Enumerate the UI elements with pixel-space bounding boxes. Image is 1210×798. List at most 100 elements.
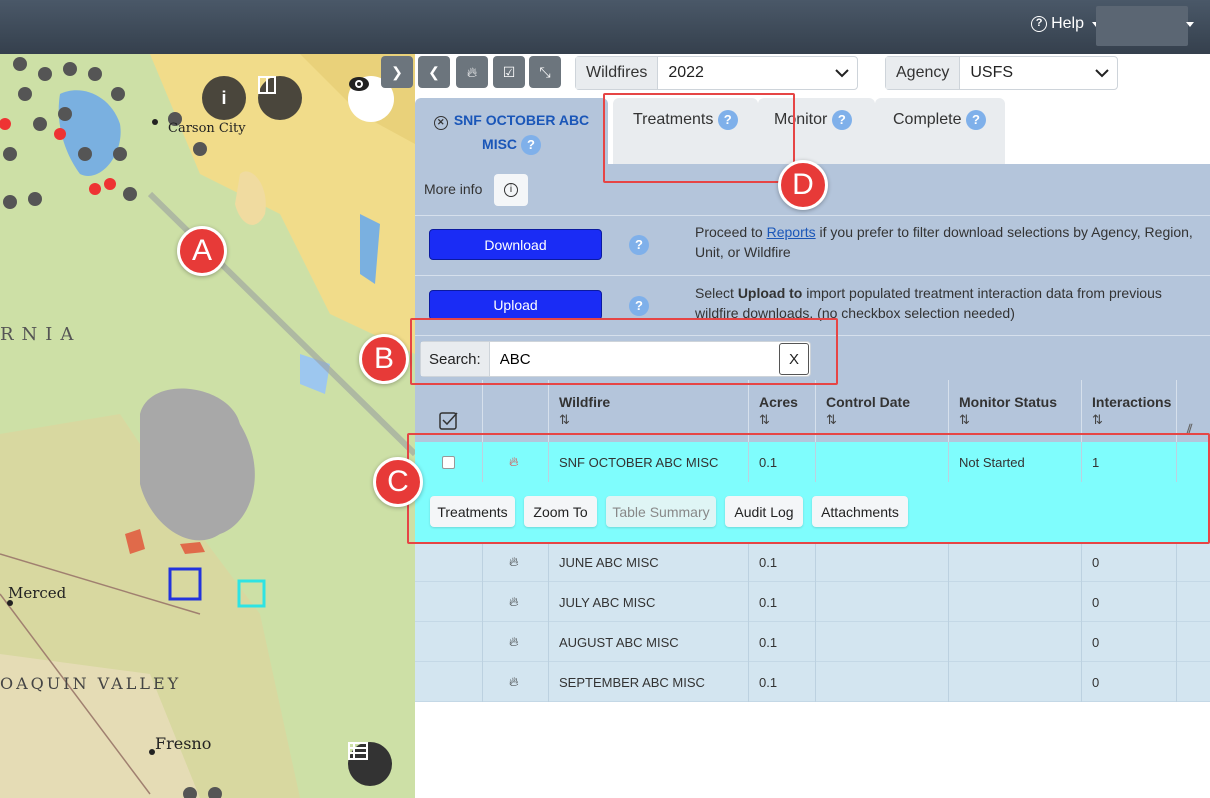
user-menu-blurred[interactable]	[1096, 6, 1188, 46]
row-checkbox-cell	[415, 662, 482, 702]
cell-monitor-status	[948, 622, 1081, 662]
callout-marker-b: B	[359, 334, 409, 384]
cell-attachments	[1176, 542, 1210, 582]
collapse-button[interactable]: ⤡	[529, 56, 561, 88]
upload-help-icon[interactable]: ?	[629, 296, 649, 316]
agency-label: Agency	[886, 57, 961, 89]
tab-complete-label: Complete	[893, 111, 962, 129]
info-map-button[interactable]: i	[202, 76, 246, 120]
cell-interactions: 0	[1081, 662, 1176, 702]
chevron-right-icon: ❯	[391, 63, 403, 80]
table-row[interactable]: 🔥︎ AUGUST ABC MISC 0.1 0	[415, 622, 1210, 662]
cell-acres: 0.1	[748, 662, 815, 702]
divider	[415, 275, 1210, 276]
table-row[interactable]: 🔥︎ SEPTEMBER ABC MISC 0.1 0	[415, 662, 1210, 702]
table-row[interactable]: 🔥︎ JULY ABC MISC 0.1 0	[415, 582, 1210, 622]
callout-marker-d: D	[778, 160, 828, 210]
cell-wildfire: AUGUST ABC MISC	[548, 622, 748, 662]
wildfire-view-button[interactable]: 🔥︎	[456, 56, 488, 88]
download-description: Proceed to Reports if you prefer to filt…	[695, 224, 1193, 260]
callout-box-c	[407, 433, 1210, 544]
wildfires-label: Wildfires	[576, 57, 659, 89]
map-place-carson-city: Carson City	[168, 121, 246, 136]
download-help-icon[interactable]: ?	[629, 235, 649, 255]
top-navbar: ? Help	[0, 0, 1210, 54]
cell-monitor-status	[948, 542, 1081, 582]
fire-icon: 🔥︎	[466, 63, 478, 80]
sort-icon[interactable]: ⇅	[959, 412, 1081, 428]
table-icon	[348, 742, 368, 760]
agency-select[interactable]: Agency USFS	[885, 56, 1118, 90]
tab-bar: ✕ SNF OCTOBER ABC MISC ? Treatments ? Mon…	[415, 98, 1210, 164]
row-checkbox-cell	[415, 582, 482, 622]
chevron-down-icon	[827, 57, 857, 89]
map-place-san-joaquin-valley: OAQUIN VALLEY	[0, 674, 182, 693]
divider	[415, 215, 1210, 216]
table-row[interactable]: 🔥︎ JUNE ABC MISC 0.1 0	[415, 542, 1210, 582]
help-icon[interactable]: ?	[520, 135, 541, 156]
eye-icon	[349, 77, 369, 91]
select-all-button[interactable]: ☑	[493, 56, 525, 88]
info-icon: i	[221, 87, 227, 108]
table-toggle-button[interactable]	[348, 742, 392, 786]
expand-right-button[interactable]: ❯	[381, 56, 413, 88]
sort-icon[interactable]: ⇅	[826, 412, 948, 428]
cell-acres: 0.1	[748, 542, 815, 582]
map-panel[interactable]: Carson City Merced Fresno RNIA OAQUIN VA…	[0, 54, 415, 798]
row-checkbox-cell	[415, 622, 482, 662]
check-square-icon: ☑	[502, 63, 516, 80]
cell-wildfire: JUNE ABC MISC	[548, 542, 748, 582]
fire-icon: 🔥︎	[482, 542, 548, 582]
wildfires-value: 2022	[668, 64, 704, 81]
map-place-merced: Merced	[8, 584, 67, 602]
help-icon[interactable]: ?	[965, 110, 986, 130]
check-square-icon	[439, 412, 458, 430]
download-button[interactable]: Download	[429, 229, 602, 260]
more-info-label: More info	[424, 181, 483, 197]
help-icon[interactable]: ?	[831, 110, 852, 130]
map-place-fresno: Fresno	[155, 734, 212, 753]
cell-attachments	[1176, 662, 1210, 702]
more-info-button[interactable]: i	[494, 174, 528, 206]
question-circle-icon: ?	[1031, 16, 1048, 32]
cell-wildfire: JULY ABC MISC	[548, 582, 748, 622]
cell-acres: 0.1	[748, 622, 815, 662]
tab-complete[interactable]: Complete ?	[875, 98, 1005, 164]
tab-title: SNF OCTOBER ABC	[453, 112, 590, 128]
sort-icon[interactable]: ⇅	[559, 412, 748, 428]
user-caret-icon	[1186, 22, 1194, 27]
fire-icon: 🔥︎	[482, 582, 548, 622]
agency-value: USFS	[970, 64, 1014, 81]
cell-interactions: 0	[1081, 582, 1176, 622]
collapse-left-button[interactable]: ❮	[418, 56, 450, 88]
chevron-left-icon: ❮	[428, 63, 440, 80]
cell-control-date	[815, 582, 948, 622]
fire-icon: 🔥︎	[482, 662, 548, 702]
wildfires-select[interactable]: Wildfires 2022	[575, 56, 858, 90]
help-menu[interactable]: ? Help	[1031, 15, 1100, 33]
sort-icon[interactable]: ⇅	[759, 412, 815, 428]
close-tab-icon[interactable]: ✕	[433, 116, 448, 130]
callout-marker-a: A	[177, 226, 227, 276]
cell-attachments	[1176, 582, 1210, 622]
upload-description: Select Upload to import populated treatm…	[695, 285, 1162, 321]
map-place-california: RNIA	[0, 324, 82, 345]
split-view-button[interactable]	[258, 76, 302, 120]
upload-button[interactable]: Upload	[429, 290, 602, 320]
cell-acres: 0.1	[748, 582, 815, 622]
sort-icon[interactable]: ⇅	[1092, 412, 1176, 428]
callout-marker-c: C	[373, 457, 423, 507]
reports-link[interactable]: Reports	[767, 224, 816, 240]
row-checkbox-cell	[415, 542, 482, 582]
help-label: Help	[1051, 15, 1084, 32]
cell-control-date	[815, 662, 948, 702]
collapse-icon: ⤡	[539, 63, 551, 80]
callout-box-d	[603, 93, 795, 183]
cell-control-date	[815, 622, 948, 662]
tab-snf-october-abc-misc[interactable]: ✕ SNF OCTOBER ABC MISC ?	[415, 98, 608, 164]
cell-monitor-status	[948, 582, 1081, 622]
cell-monitor-status	[948, 662, 1081, 702]
chevron-down-icon	[1087, 57, 1117, 89]
cell-interactions: 0	[1081, 622, 1176, 662]
cell-wildfire: SEPTEMBER ABC MISC	[548, 662, 748, 702]
